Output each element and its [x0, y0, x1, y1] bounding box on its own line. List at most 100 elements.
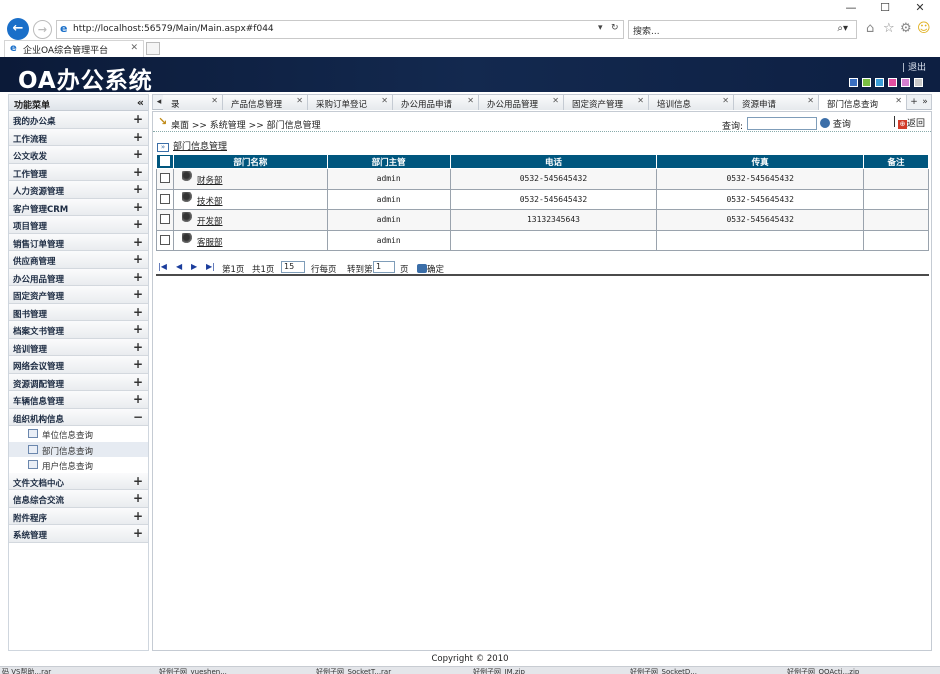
sidebar-subitem[interactable]: 单位信息查询: [9, 426, 148, 442]
gear-icon[interactable]: ⚙: [900, 22, 912, 36]
sidebar-item[interactable]: 公文收发 +: [9, 146, 148, 164]
logout-label[interactable]: 退出: [908, 63, 926, 73]
row-checkbox[interactable]: [159, 214, 170, 225]
taskbar-item[interactable]: 好例子网_yueshen...: [159, 667, 227, 674]
expand-toggle-icon[interactable]: +: [133, 322, 143, 336]
forward-arrow-icon[interactable]: →: [33, 20, 52, 39]
expand-toggle-icon[interactable]: +: [133, 165, 143, 179]
sidebar-item[interactable]: 车辆信息管理 +: [9, 391, 148, 409]
col-header-note[interactable]: 备注: [863, 154, 929, 169]
page-tab[interactable]: 资源申请 ✕: [734, 95, 819, 110]
expand-toggle-icon[interactable]: +: [133, 200, 143, 214]
expand-toggle-icon[interactable]: +: [133, 147, 143, 161]
page-tab[interactable]: 培训信息 ✕: [649, 95, 734, 110]
sidebar-item[interactable]: 工作管理 +: [9, 163, 148, 181]
query-input[interactable]: [747, 117, 817, 130]
close-tab-icon[interactable]: ✕: [130, 43, 138, 53]
query-button[interactable]: 查询: [820, 117, 851, 130]
expand-toggle-icon[interactable]: +: [133, 491, 143, 505]
close-icon[interactable]: ✕: [211, 96, 218, 105]
sidebar-item[interactable]: 培训管理 +: [9, 338, 148, 356]
table-row[interactable]: 技术部 admin 0532-545645432 0532-545645432: [156, 188, 929, 210]
sidebar-item[interactable]: 供应商管理 +: [9, 251, 148, 269]
close-icon[interactable]: ✕: [552, 96, 559, 105]
next-page-icon[interactable]: ▶: [191, 262, 197, 271]
sidebar-item[interactable]: 固定资产管理 +: [9, 286, 148, 304]
expand-toggle-icon[interactable]: +: [133, 235, 143, 249]
theme-swatch[interactable]: [901, 78, 910, 87]
smiley-icon[interactable]: ☺: [917, 22, 931, 36]
taskbar-item[interactable]: 好例子网_SocketD...: [630, 667, 697, 674]
expand-toggle-icon[interactable]: +: [133, 357, 143, 371]
home-icon[interactable]: ⌂: [866, 22, 874, 36]
sidebar-item[interactable]: 办公用品管理 +: [9, 268, 148, 286]
sidebar-item[interactable]: 网络会议管理 +: [9, 356, 148, 374]
close-icon[interactable]: ✕: [722, 96, 729, 105]
expand-toggle-icon[interactable]: +: [133, 340, 143, 354]
dept-name-link[interactable]: 财务部: [197, 176, 223, 186]
sidebar-item[interactable]: 档案文书管理 +: [9, 321, 148, 339]
theme-swatch[interactable]: [862, 78, 871, 87]
sidebar-item[interactable]: 工作流程 +: [9, 128, 148, 146]
sidebar-item[interactable]: 图书管理 +: [9, 303, 148, 321]
back-arrow-icon[interactable]: ←: [7, 18, 29, 40]
table-row[interactable]: 客服部 admin: [156, 229, 929, 251]
close-icon[interactable]: ✕: [296, 96, 303, 105]
minimize-button[interactable]: —: [836, 0, 866, 16]
tab-overflow-icon[interactable]: »: [919, 95, 931, 110]
expand-toggle-icon[interactable]: +: [133, 305, 143, 319]
browser-tab[interactable]: e 企业OA综合管理平台 ✕: [4, 40, 144, 57]
collapse-icon[interactable]: «: [137, 96, 144, 109]
row-checkbox[interactable]: [159, 193, 170, 204]
page-tab[interactable]: 固定资产管理 ✕: [564, 95, 649, 110]
sidebar-subitem[interactable]: 用户信息查询: [9, 457, 148, 473]
close-icon[interactable]: ✕: [895, 96, 902, 105]
expand-toggle-icon[interactable]: +: [133, 392, 143, 406]
sidebar-item[interactable]: 资源调配管理 +: [9, 373, 148, 391]
expand-toggle-icon[interactable]: +: [133, 112, 143, 126]
dept-name-link[interactable]: 技术部: [197, 197, 223, 207]
expand-toggle-icon[interactable]: +: [133, 252, 143, 266]
close-icon[interactable]: ✕: [807, 96, 814, 105]
sidebar-item[interactable]: 系统管理 +: [9, 525, 148, 543]
taskbar-item[interactable]: 好例子网_IM.zip: [473, 667, 525, 674]
maximize-button[interactable]: ☐: [870, 0, 900, 16]
page-tab[interactable]: 录 ✕: [163, 95, 223, 110]
logout-link[interactable]: | 退出: [902, 60, 926, 73]
close-icon[interactable]: ✕: [467, 96, 474, 105]
goto-page-input[interactable]: 1: [373, 261, 395, 273]
expand-toggle-icon[interactable]: +: [133, 474, 143, 488]
row-select-cell[interactable]: [156, 229, 174, 251]
close-window-button[interactable]: ✕: [905, 0, 935, 16]
new-tab-button[interactable]: [146, 42, 160, 55]
theme-swatch[interactable]: [888, 78, 897, 87]
sidebar-item[interactable]: 附件程序 +: [9, 507, 148, 525]
dept-name-link[interactable]: 开发部: [197, 217, 223, 227]
table-row[interactable]: 财务部 admin 0532-545645432 0532-545645432: [156, 168, 929, 190]
page-tab[interactable]: 办公用品申请 ✕: [393, 95, 479, 110]
col-header-manager[interactable]: 部门主管: [326, 154, 451, 169]
sidebar-item[interactable]: 人力资源管理 +: [9, 181, 148, 199]
last-page-icon[interactable]: ▶|: [206, 262, 215, 271]
address-bar[interactable]: e http://localhost:56579/Main/Main.aspx#…: [56, 20, 624, 39]
sidebar-item[interactable]: 信息综合交流 +: [9, 490, 148, 508]
theme-swatch[interactable]: [914, 78, 923, 87]
close-icon[interactable]: ✕: [637, 96, 644, 105]
row-checkbox[interactable]: [159, 234, 170, 245]
page-tab[interactable]: 办公用品管理 ✕: [479, 95, 564, 110]
taskbar-item[interactable]: 好例子网_OOActi...zip: [787, 667, 859, 674]
search-icon[interactable]: ⌕▾: [837, 23, 848, 34]
dropdown-icon[interactable]: ▾: [598, 23, 603, 33]
taskbar-item[interactable]: 码 VS帮助...rar: [2, 667, 51, 674]
row-checkbox[interactable]: [159, 173, 170, 184]
first-page-icon[interactable]: |◀: [158, 262, 167, 271]
sidebar-item[interactable]: 客户管理CRM +: [9, 198, 148, 216]
select-all-checkbox[interactable]: [159, 155, 170, 166]
back-button[interactable]: ⊕ 返回: [898, 116, 925, 129]
expand-toggle-icon[interactable]: +: [133, 375, 143, 389]
close-icon[interactable]: ✕: [381, 96, 388, 105]
favorites-star-icon[interactable]: ☆: [883, 22, 895, 36]
row-select-cell[interactable]: [156, 188, 174, 210]
expand-toggle-icon[interactable]: +: [133, 509, 143, 523]
expand-toggle-icon[interactable]: +: [133, 130, 143, 144]
